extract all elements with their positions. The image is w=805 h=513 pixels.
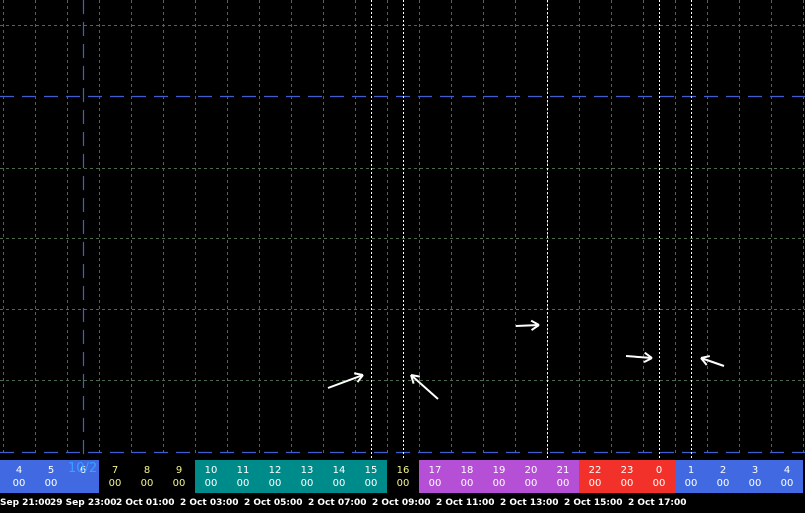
time-axis-label: 2 Oct 13:00 [500, 498, 559, 508]
session-hour-cell: 7 00 [99, 460, 131, 493]
session-hour-cell: 9 00 [163, 460, 195, 493]
minute-label: 00 [364, 478, 378, 489]
arrow-icon [625, 351, 653, 363]
day-label: 10/2 [68, 461, 98, 476]
minute-label: 00 [396, 478, 410, 489]
minute-label: 00 [428, 478, 442, 489]
time-axis-label: 2 Oct 11:00 [436, 498, 495, 508]
hour-label: 15 [364, 465, 378, 476]
minute-label: 00 [332, 478, 346, 489]
time-axis-label: 2 Oct 17:00 [628, 498, 687, 508]
minute-label: 00 [460, 478, 474, 489]
session-hour-cell: 17 00 [419, 460, 451, 493]
hour-label: 20 [524, 465, 538, 476]
time-axis-label: Sep 21:00 [0, 498, 51, 508]
session-hour-cell: 8 00 [131, 460, 163, 493]
session-hour-cell: 12 00 [259, 460, 291, 493]
minute-label: 00 [620, 478, 634, 489]
session-hour-cell: 3 00 [739, 460, 771, 493]
hour-label: 9 [175, 465, 183, 476]
hour-label: 1 [687, 465, 695, 476]
session-hour-cell: 14 00 [323, 460, 355, 493]
hour-label: 11 [236, 465, 250, 476]
session-hour-cell: 5 00 [35, 460, 67, 493]
session-hour-cell: 10 00 [195, 460, 227, 493]
session-hour-cell: 23 00 [611, 460, 643, 493]
minute-label: 00 [652, 478, 666, 489]
session-bar-lead [0, 460, 3, 493]
time-axis-label: 2 Oct 05:00 [244, 498, 303, 508]
arrow-icon [515, 319, 540, 331]
minute-label: 00 [588, 478, 602, 489]
hour-label: 14 [332, 465, 346, 476]
hour-label: 10 [204, 465, 218, 476]
minute-label: 00 [236, 478, 250, 489]
hour-label: 3 [751, 465, 759, 476]
chart-area[interactable] [0, 0, 805, 460]
hour-label: 2 [719, 465, 727, 476]
minute-label: 00 [108, 478, 122, 489]
hour-label: 13 [300, 465, 314, 476]
hour-label: 17 [428, 465, 442, 476]
session-hour-cell: 19 00 [483, 460, 515, 493]
session-hour-cell: 21 00 [547, 460, 579, 493]
hour-label: 4 [783, 465, 791, 476]
hour-label: 16 [396, 465, 410, 476]
session-hour-cell: 4 00 [3, 460, 35, 493]
hour-label: 4 [15, 465, 23, 476]
time-axis: Sep 21:00 29 Sep 23:00 2 Oct 01:00 2 Oct 03… [0, 493, 805, 513]
time-axis-label: 29 Sep 23:00 [50, 498, 117, 508]
minute-label: 00 [44, 478, 58, 489]
session-hour-cell: 1 00 [675, 460, 707, 493]
session-hour-cell: 2 00 [707, 460, 739, 493]
time-axis-label: 2 Oct 03:00 [180, 498, 239, 508]
minute-label: 00 [140, 478, 154, 489]
session-hour-cell: 11 00 [227, 460, 259, 493]
time-axis-label: 2 Oct 09:00 [372, 498, 431, 508]
minute-label: 00 [748, 478, 762, 489]
time-axis-label: 2 Oct 07:00 [308, 498, 367, 508]
session-hour-cell: 22 00 [579, 460, 611, 493]
arrow-icon [327, 372, 364, 389]
hour-label: 23 [620, 465, 634, 476]
minute-label: 00 [492, 478, 506, 489]
session-hour-bar: 4 00 5 00 6 7 00 8 00 9 00 10 00 11 00 12 00 13 00 14 00 15 00… [0, 460, 805, 493]
minute-label: 00 [716, 478, 730, 489]
minute-label: 00 [268, 478, 282, 489]
minute-label: 00 [556, 478, 570, 489]
hour-label: 19 [492, 465, 506, 476]
minute-label: 00 [524, 478, 538, 489]
hour-label: 5 [47, 465, 55, 476]
minute-label: 00 [780, 478, 794, 489]
arrow-icon [410, 374, 439, 400]
time-axis-label: 2 Oct 15:00 [564, 498, 623, 508]
hour-label: 8 [143, 465, 151, 476]
minute-label: 00 [12, 478, 26, 489]
session-hour-cell: 0 00 [643, 460, 675, 493]
arrow-icon [700, 355, 725, 367]
session-hour-cell: 18 00 [451, 460, 483, 493]
hour-label: 18 [460, 465, 474, 476]
session-hour-cell: 20 00 [515, 460, 547, 493]
hour-label: 22 [588, 465, 602, 476]
session-hour-cell: 4 00 [771, 460, 803, 493]
hour-label: 12 [268, 465, 282, 476]
minute-label: 00 [300, 478, 314, 489]
minute-label: 00 [204, 478, 218, 489]
time-axis-label: 2 Oct 01:00 [116, 498, 175, 508]
hour-label: 7 [111, 465, 119, 476]
minute-label: 00 [684, 478, 698, 489]
minute-label: 00 [172, 478, 186, 489]
session-hour-cell: 15 00 [355, 460, 387, 493]
hour-label: 0 [655, 465, 663, 476]
hour-label: 21 [556, 465, 570, 476]
session-hour-cell: 13 00 [291, 460, 323, 493]
session-hour-cell: 16 00 [387, 460, 419, 493]
